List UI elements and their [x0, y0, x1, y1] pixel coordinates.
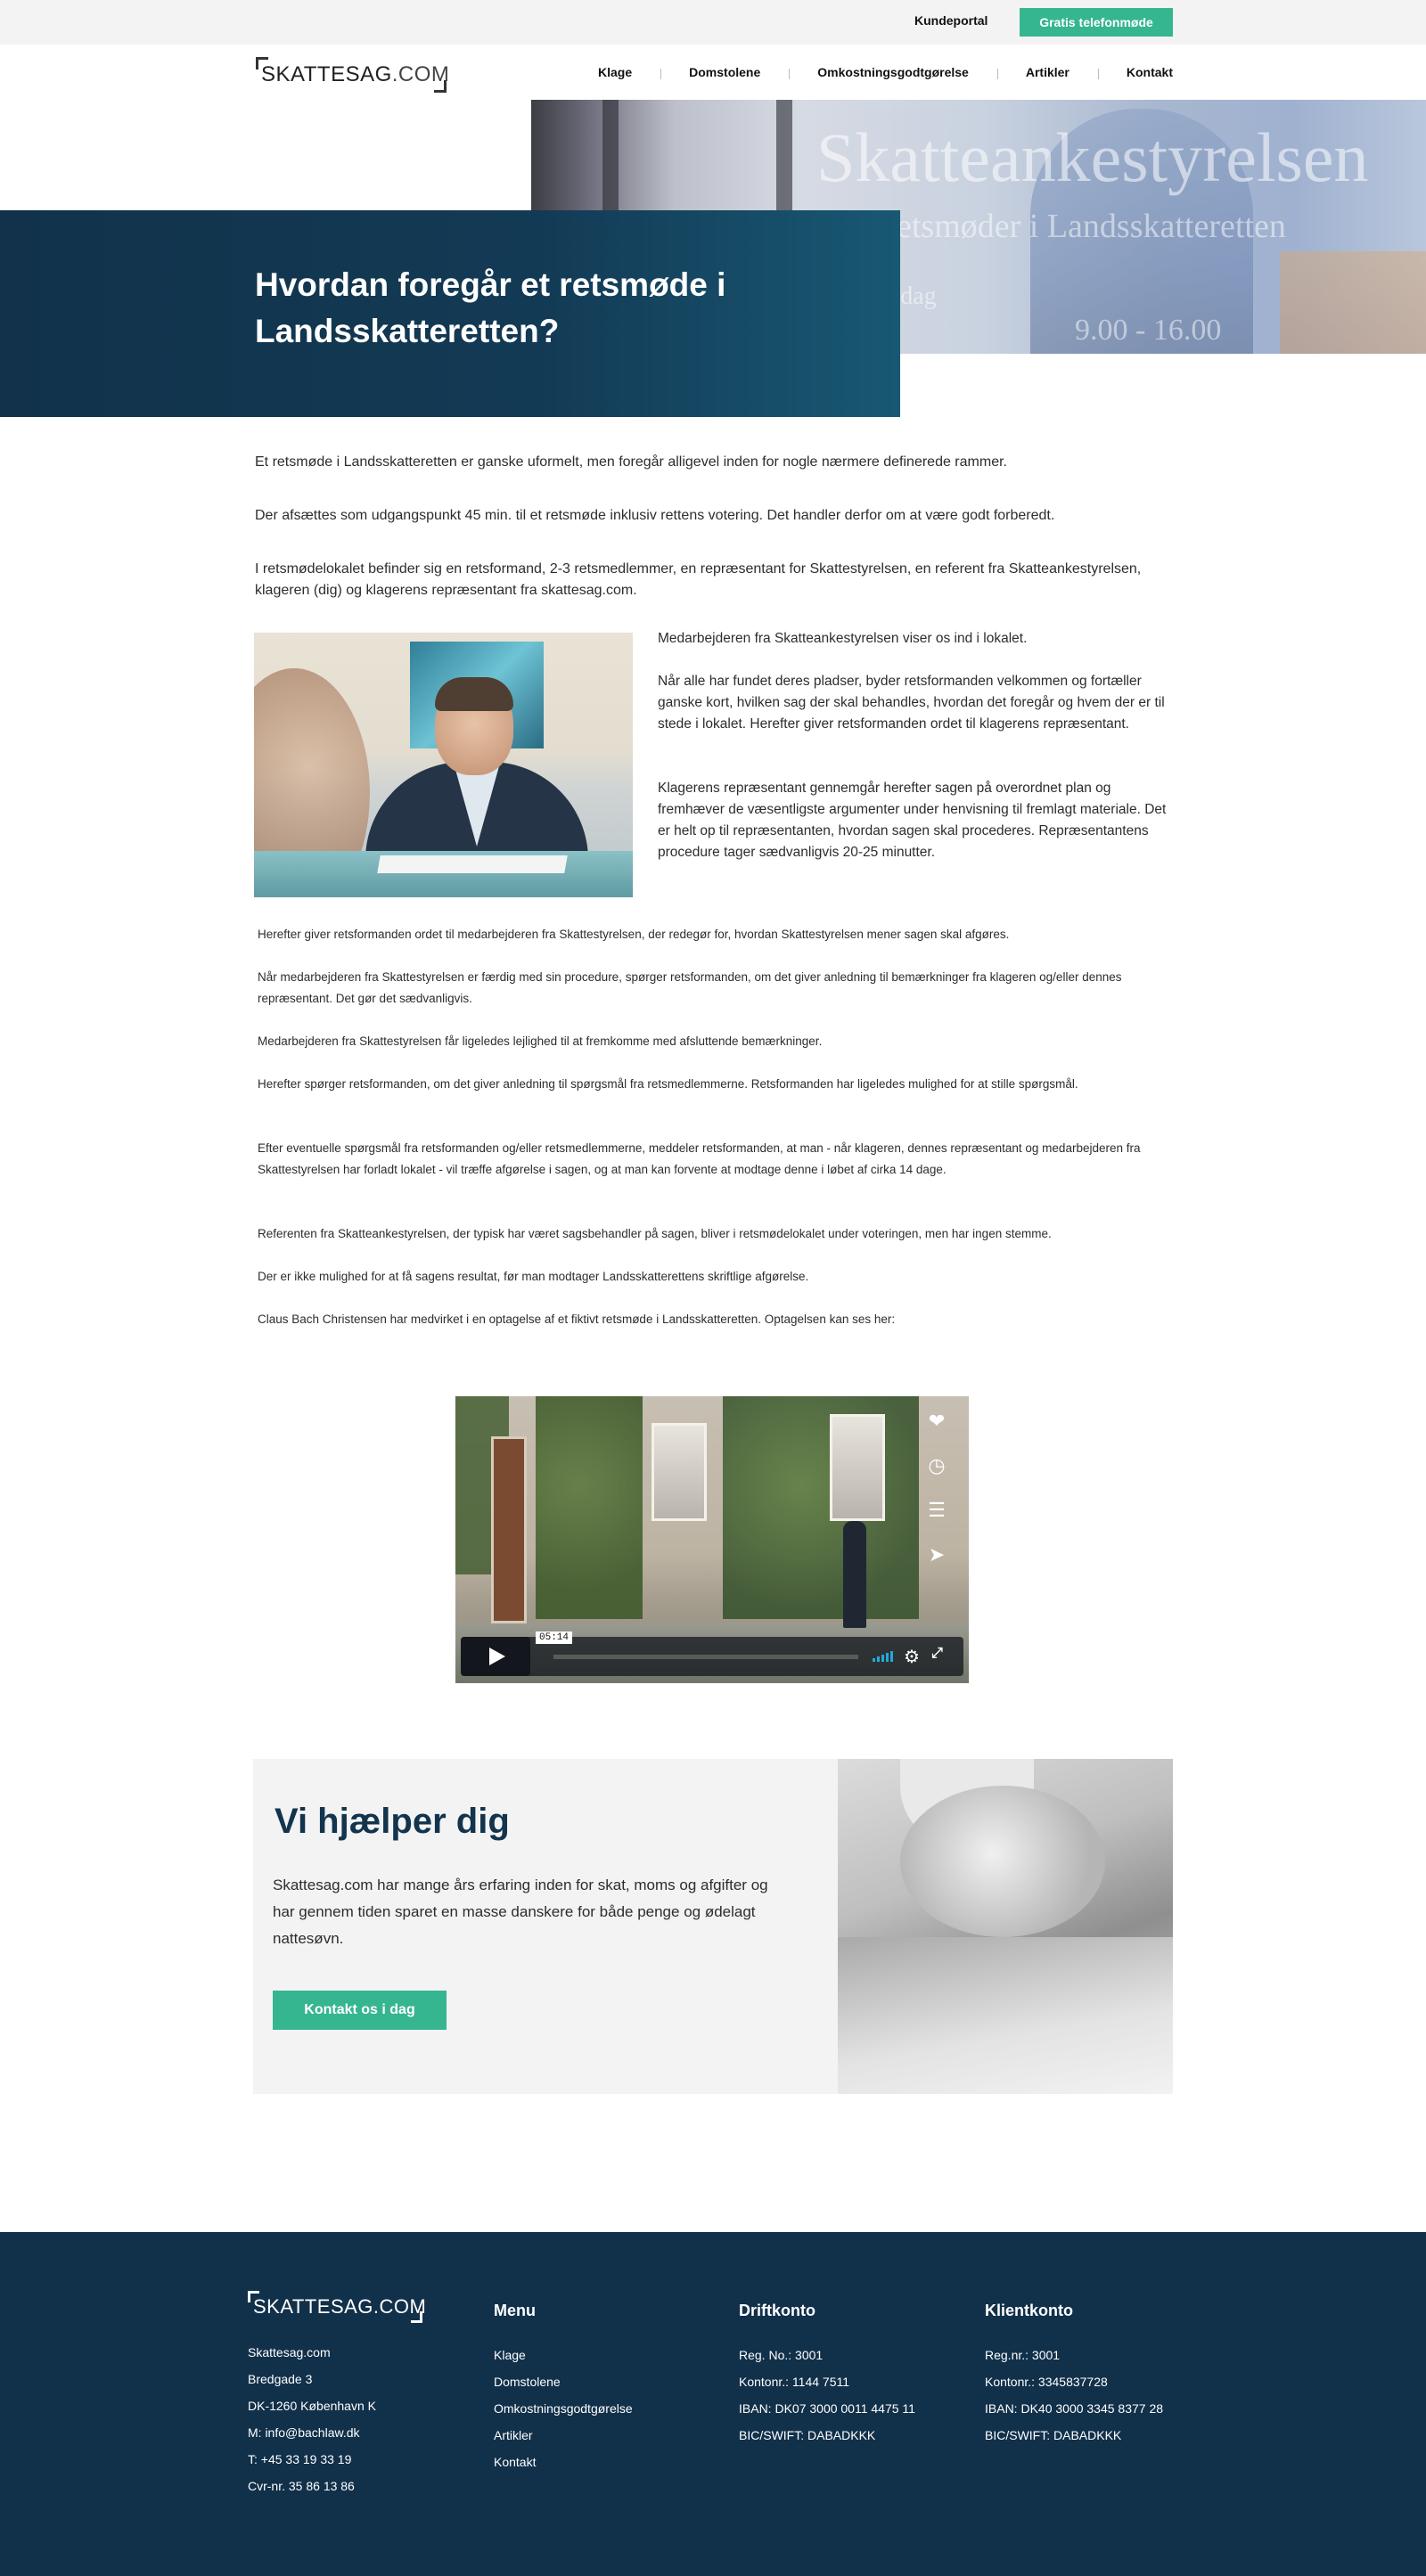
- glass-sign-text: Skatteankestyrelsen: [816, 119, 1369, 196]
- cta-photo: [838, 1759, 1173, 2094]
- footer-account-line: Kontonr.: 1144 7511: [739, 2375, 850, 2389]
- page-title: Hvordan foregår et retsmøde i Landsskatt…: [255, 266, 726, 349]
- body-paragraph: Herefter spørger retsformanden, om det g…: [258, 1077, 1078, 1091]
- video-duration: 05:14: [536, 1631, 573, 1644]
- nav-item-kontakt[interactable]: Kontakt: [1097, 65, 1173, 79]
- footer-link-domstolene[interactable]: Domstolene: [494, 2375, 561, 2389]
- video-ivy: [723, 1396, 919, 1619]
- glass-sign-subtext: etsmøder i Landsskatteretten: [897, 208, 1286, 245]
- cta-text: Skattesag.com har mange års erfaring ind…: [273, 1877, 768, 1947]
- video-side-actions: ❤ ◷ ☰ ➤: [919, 1403, 958, 1573]
- footer-link-klage[interactable]: Klage: [494, 2348, 526, 2362]
- video-progress-bar[interactable]: [553, 1655, 858, 1659]
- site-footer: SKATTESAG.COM Skattesag.com Bredgade 3 D…: [0, 2232, 1426, 2576]
- top-utility-bar: Kundeportal Gratis telefonmøde: [0, 0, 1426, 45]
- footer-account-line: IBAN: DK40 3000 3345 8377 28: [985, 2401, 1164, 2416]
- logo-corner-bottom-right: [434, 80, 447, 93]
- cta-photo-shirt: [838, 1937, 1173, 2094]
- volume-icon[interactable]: [873, 1649, 893, 1662]
- glass-sign-time: 9.00 - 16.00: [1075, 314, 1222, 347]
- logo-corner-bottom-right: [411, 2311, 422, 2323]
- send-icon[interactable]: ➤: [919, 1537, 955, 1573]
- footer-account-line: Kontonr.: 3345837728: [985, 2375, 1108, 2389]
- footer-address-line: Bredgade 3: [248, 2372, 313, 2386]
- nav-item-omkostningsgodtgorelse[interactable]: Omkostningsgodtgørelse: [789, 65, 997, 79]
- body-paragraph: Medarbejderen fra Skattestyrelsen får li…: [258, 1034, 823, 1048]
- video-ivy: [536, 1396, 643, 1619]
- video-player[interactable]: ❤ ◷ ☰ ➤ 05:14 ⚙ ⤢: [455, 1396, 969, 1683]
- footer-menu: Menu Klage Domstolene Omkostningsgodtgør…: [494, 2302, 633, 2475]
- side-paragraph: Når alle har fundet deres pladser, byder…: [658, 674, 1165, 732]
- body-paragraph: Claus Bach Christensen har medvirket i e…: [258, 1313, 896, 1326]
- video-window: [652, 1423, 707, 1521]
- video-window: [830, 1414, 885, 1521]
- body-paragraph: Referenten fra Skatteankestyrelsen, der …: [258, 1227, 1052, 1240]
- nav-item-klage[interactable]: Klage: [570, 65, 660, 79]
- footer-account-line: BIC/SWIFT: DABADKKK: [739, 2428, 876, 2442]
- intro-paragraph: Et retsmøde i Landsskatteretten er gansk…: [255, 454, 1007, 470]
- footer-klientkonto: Klientkonto Reg.nr.: 3001 Kontonr.: 3345…: [985, 2302, 1163, 2449]
- settings-gear-icon[interactable]: ⚙: [904, 1646, 920, 1668]
- hero-shelf: [1280, 251, 1426, 354]
- footer-address-line: DK-1260 København K: [248, 2399, 376, 2413]
- fullscreen-icon[interactable]: ⤢: [931, 1646, 943, 1662]
- video-door: [491, 1436, 527, 1623]
- footer-klientkonto-title: Klientkonto: [985, 2302, 1073, 2319]
- help-cta-section: Vi hjælper dig Skattesag.com har mange å…: [253, 1759, 1173, 2094]
- footer-driftkonto: Driftkonto Reg. No.: 3001 Kontonr.: 1144…: [739, 2302, 915, 2449]
- footer-account-line: BIC/SWIFT: DABADKKK: [985, 2428, 1122, 2442]
- nav-item-domstolene[interactable]: Domstolene: [660, 65, 789, 79]
- cta-title: Vi hjælper dig: [275, 1802, 510, 1841]
- footer-link-kontakt[interactable]: Kontakt: [494, 2455, 536, 2469]
- body-paragraph: Herefter giver retsformanden ordet til m…: [258, 928, 1010, 941]
- footer-link-artikler[interactable]: Artikler: [494, 2428, 533, 2442]
- video-person: [843, 1521, 866, 1628]
- footer-account-line: Reg.nr.: 3001: [985, 2348, 1061, 2362]
- intro-paragraph: Der afsættes som udgangspunkt 45 min. ti…: [255, 508, 1055, 523]
- footer-phone[interactable]: T: +45 33 19 33 19: [248, 2446, 376, 2473]
- side-paragraph: Medarbejderen fra Skatteankestyrelsen vi…: [658, 631, 1028, 646]
- kundeportal-link[interactable]: Kundeportal: [914, 13, 988, 28]
- main-nav: Klage Domstolene Omkostningsgodtgørelse …: [570, 62, 1173, 82]
- play-button[interactable]: [461, 1637, 530, 1676]
- footer-logo[interactable]: SKATTESAG.COM: [248, 2291, 426, 2323]
- nav-item-artikler[interactable]: Artikler: [996, 65, 1098, 79]
- footer-logo-text: SKATTESAG.COM: [253, 2295, 427, 2318]
- gratis-telefonmode-button[interactable]: Gratis telefonmøde: [1020, 8, 1173, 37]
- footer-menu-title: Menu: [494, 2302, 536, 2319]
- footer-email[interactable]: M: info@bachlaw.dk: [248, 2419, 376, 2446]
- desk-papers: [377, 855, 568, 873]
- footer-address-line: Skattesag.com: [248, 2345, 331, 2359]
- cta-photo-hands: [900, 1786, 1105, 1937]
- heart-icon[interactable]: ❤: [919, 1403, 955, 1439]
- lawyer-photo: [254, 633, 633, 897]
- video-controls: 05:14 ⚙ ⤢: [461, 1631, 963, 1676]
- logo-text: SKATTESAG.COM: [261, 62, 450, 86]
- site-logo[interactable]: SKATTESAG.COM: [256, 57, 450, 93]
- lawyer-hair: [435, 677, 513, 711]
- intro-paragraph: I retsmødelokalet befinder sig en retsfo…: [255, 561, 1142, 598]
- footer-link-omkostningsgodtgorelse[interactable]: Omkostningsgodtgørelse: [494, 2401, 633, 2416]
- clock-icon[interactable]: ◷: [919, 1448, 955, 1484]
- footer-account-line: Reg. No.: 3001: [739, 2348, 824, 2362]
- footer-driftkonto-title: Driftkonto: [739, 2302, 815, 2319]
- layers-icon[interactable]: ☰: [919, 1492, 955, 1528]
- footer-account-line: IBAN: DK07 3000 0011 4475 11: [739, 2401, 915, 2416]
- body-paragraph: Når medarbejderen fra Skattestyrelsen er…: [258, 970, 1122, 1005]
- body-paragraph: Efter eventuelle spørgsmål fra retsforma…: [258, 1141, 1141, 1176]
- body-paragraph: Der er ikke mulighed for at få sagens re…: [258, 1270, 809, 1283]
- side-paragraph: Klagerens repræsentant gennemgår herefte…: [658, 781, 1167, 860]
- hero-title-box: Hvordan foregår et retsmøde i Landsskatt…: [0, 210, 900, 417]
- contact-us-button[interactable]: Kontakt os i dag: [273, 1991, 447, 2030]
- footer-address: Skattesag.com Bredgade 3 DK-1260 Københa…: [248, 2339, 376, 2499]
- footer-cvr: Cvr-nr. 35 86 13 86: [248, 2479, 355, 2493]
